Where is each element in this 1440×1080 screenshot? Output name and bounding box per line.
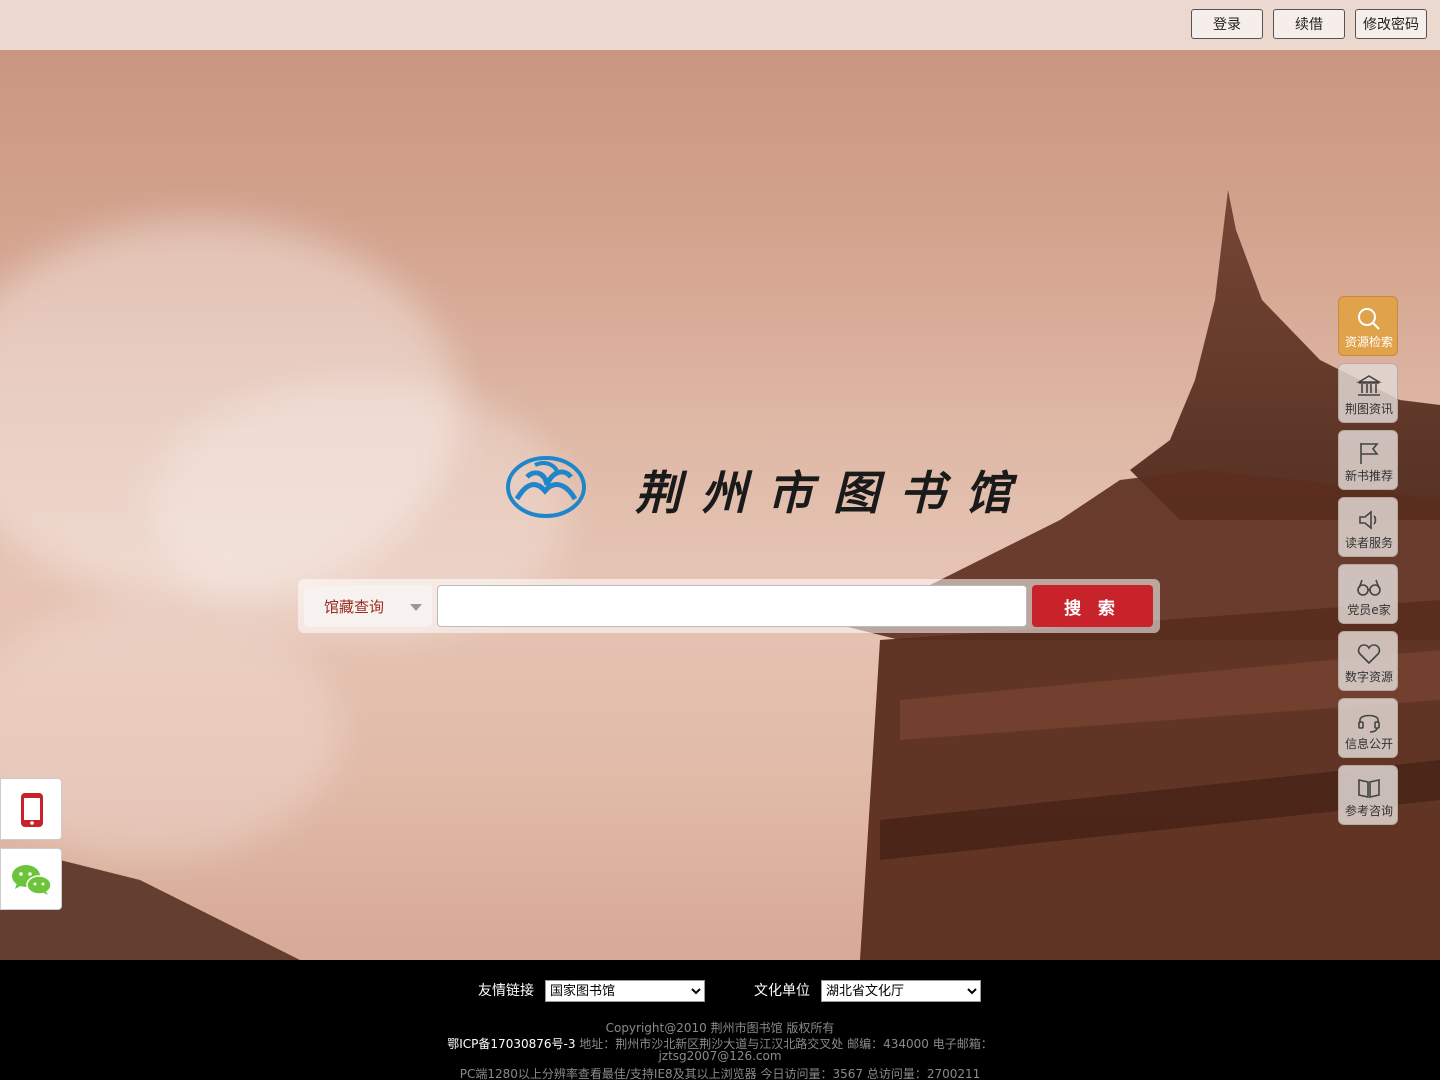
library-name: 荆州市图书馆 [635, 466, 1031, 520]
side-nav-reference-consult[interactable]: 参考咨询 [1338, 765, 1398, 825]
search-bar: 馆藏查询 搜 索 [298, 579, 1160, 633]
search-button[interactable]: 搜 索 [1032, 585, 1153, 627]
copyright-text: Copyright@2010 荆州市图书馆 版权所有 [605, 1021, 835, 1035]
side-nav-new-books[interactable]: 新书推荐 [1338, 430, 1398, 490]
email-text: jztsg2007@126.com [658, 1049, 782, 1063]
side-nav-label: 资源检索 [1344, 335, 1393, 349]
login-button[interactable]: 登录 [1191, 9, 1263, 39]
side-nav-digital-resources[interactable]: 数字资源 [1338, 631, 1398, 691]
heart-icon [1357, 644, 1381, 665]
headset-icon [1358, 714, 1380, 733]
change-password-button[interactable]: 修改密码 [1355, 9, 1427, 39]
top-bar: 登录 续借 修改密码 [0, 0, 1440, 50]
side-nav-label: 读者服务 [1344, 536, 1393, 550]
search-type-select[interactable]: 馆藏查询 [304, 585, 432, 627]
library-emblem-icon [506, 456, 586, 518]
browser-note: PC端1280以上分辨率查看最佳/支持IE8及其以上浏览器 今日访问量：3567… [459, 1067, 981, 1080]
search-icon [1358, 308, 1380, 330]
side-nav-label: 信息公开 [1344, 737, 1393, 751]
search-type-label: 馆藏查询 [324, 598, 385, 616]
side-nav-label: 新书推荐 [1344, 469, 1393, 483]
friend-links-select[interactable]: 国家图书馆 [545, 980, 705, 1002]
side-nav-info-disclosure[interactable]: 信息公开 [1338, 698, 1398, 758]
wechat-icon [12, 865, 52, 895]
glasses-icon [1357, 579, 1381, 596]
mobile-app-button[interactable] [0, 778, 62, 840]
friend-links-label: 友情链接 [478, 983, 534, 999]
wechat-button[interactable] [0, 848, 62, 910]
mobile-phone-icon [21, 793, 43, 827]
side-nav-reader-services[interactable]: 读者服务 [1338, 497, 1398, 557]
chevron-down-icon [410, 604, 422, 611]
side-nav-resource-search[interactable]: 资源检索 [1338, 296, 1398, 356]
side-nav-label: 党员e家 [1347, 603, 1391, 617]
culture-units-select[interactable]: 湖北省文化厅 [821, 980, 981, 1002]
flag-icon [1360, 443, 1379, 464]
search-input[interactable] [437, 585, 1027, 627]
renew-button[interactable]: 续借 [1273, 9, 1345, 39]
footer: 友情链接 国家图书馆 文化单位 湖北省文化厅 Copyright@2010 荆州… [0, 960, 1440, 1080]
speaker-icon [1359, 510, 1377, 530]
library-logo: 荆州市图书馆 [505, 455, 1011, 520]
side-nav-party-member[interactable]: 党员e家 [1338, 564, 1398, 624]
side-nav-label: 荆图资讯 [1344, 402, 1393, 416]
book-icon [1358, 779, 1380, 798]
culture-units-label: 文化单位 [754, 983, 810, 999]
side-nav-label: 数字资源 [1344, 670, 1393, 684]
library-building-icon [1356, 375, 1382, 396]
side-nav-library-news[interactable]: 荆图资讯 [1338, 363, 1398, 423]
side-nav-label: 参考咨询 [1344, 804, 1393, 818]
